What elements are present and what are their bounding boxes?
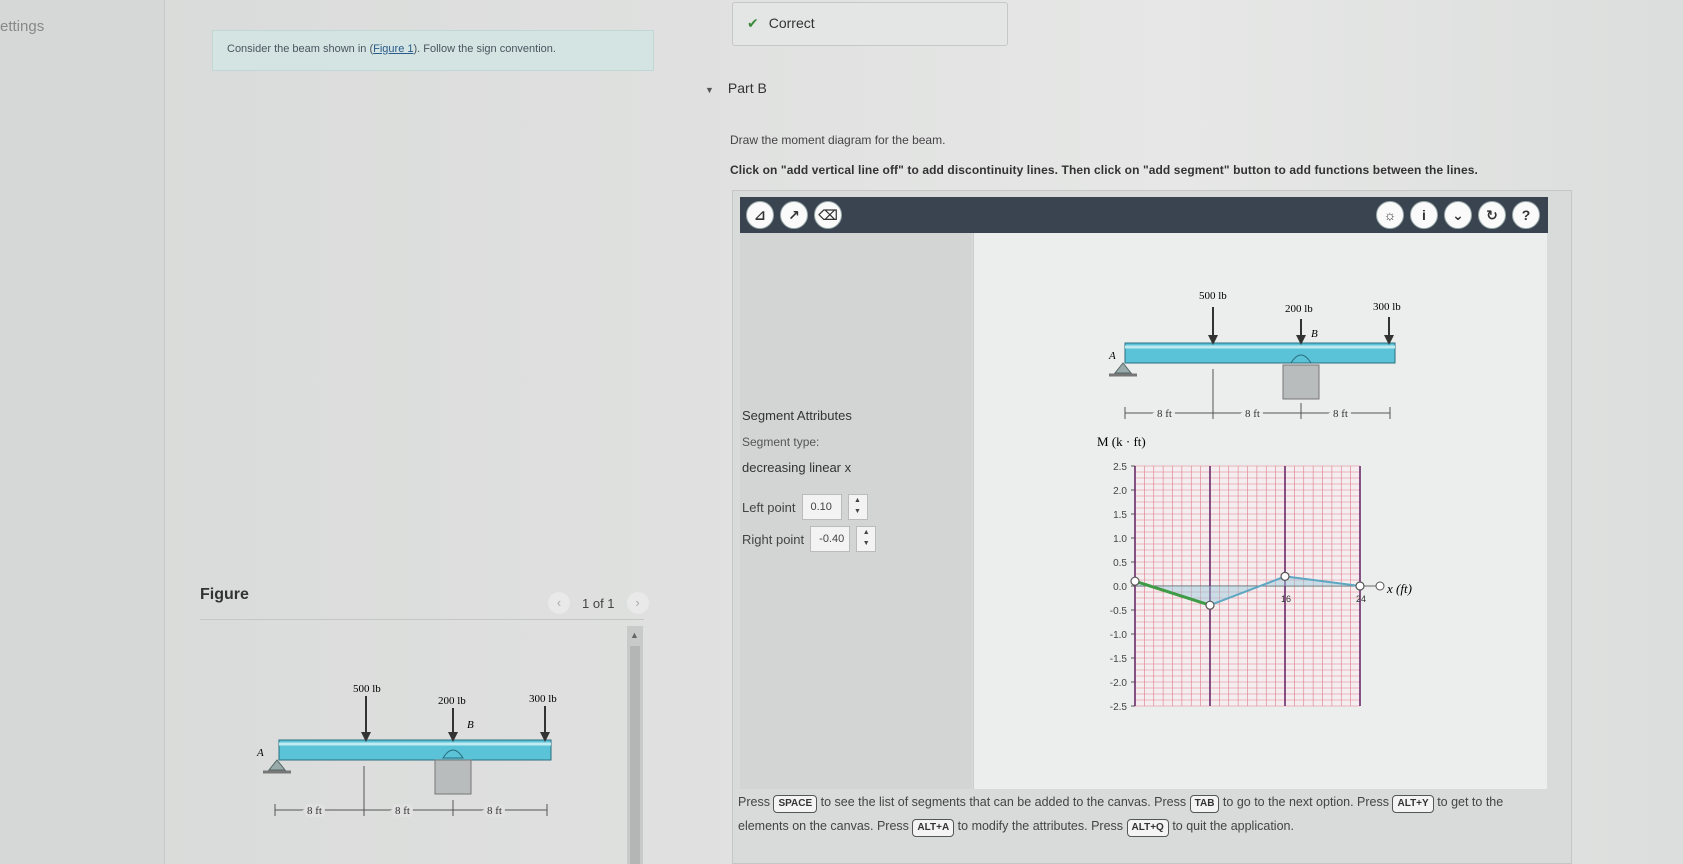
x-axis-end-marker xyxy=(1375,581,1385,591)
figure-title: Figure xyxy=(200,586,249,603)
help-text-6: to quit the application. xyxy=(1172,819,1294,833)
trash-icon[interactable]: ⌫ xyxy=(814,201,842,229)
problem-statement: Consider the beam shown in (Figure 1). F… xyxy=(212,30,654,71)
x-tick-label: 24 xyxy=(1356,594,1366,604)
span-label-1: 8 ft xyxy=(1157,408,1172,420)
scroll-up-icon[interactable]: ▲ xyxy=(630,630,639,640)
reset-icon[interactable]: ↻ xyxy=(1478,201,1506,229)
y-tick-label: -2.5 xyxy=(1110,702,1128,713)
right-point-stepper[interactable]: ▲ ▼ xyxy=(856,526,877,552)
kbd-alt-q: ALT+Q xyxy=(1126,819,1169,837)
y-tick-label: 1.0 xyxy=(1113,534,1127,545)
part-b-label: Part B xyxy=(727,80,767,96)
kbd-alt-a: ALT+A xyxy=(912,819,955,837)
segment-endpoint xyxy=(1205,600,1215,610)
y-tick-label: 2.5 xyxy=(1113,462,1127,473)
left-point-label: Left point xyxy=(742,499,796,515)
load-label-2: 200 lb xyxy=(1285,303,1313,315)
help-text-5: to modify the attributes. Press xyxy=(957,819,1124,833)
pin-support-a xyxy=(267,759,287,771)
info-icon[interactable]: i xyxy=(1410,201,1438,229)
pager-text: 1 of 1 xyxy=(582,595,615,611)
y-tick-label: -1.5 xyxy=(1110,654,1128,665)
segment-type-label: Segment type: xyxy=(742,435,820,449)
problem-text-after: ). Follow the sign convention. xyxy=(413,43,556,55)
span-label-2: 8 ft xyxy=(1245,408,1260,420)
correct-label: Correct xyxy=(768,15,815,31)
help-text-2: to see the list of segments that can be … xyxy=(820,795,1187,809)
checkmark-icon: ✔ xyxy=(747,15,759,31)
y-axis-label: M (k · ft) xyxy=(1097,434,1146,449)
span-label-1: 8 ft xyxy=(307,805,322,817)
help-text-3: to go to the next option. Press xyxy=(1222,795,1389,809)
settings-link[interactable]: ettings xyxy=(0,18,44,35)
y-tick-label: 0.0 xyxy=(1113,582,1127,593)
right-point-label: Right point xyxy=(742,531,805,547)
figure-divider xyxy=(200,619,644,620)
segment-endpoint xyxy=(1280,571,1290,581)
x-tick-label: 16 xyxy=(1281,594,1291,604)
kbd-alt-y: ALT+Y xyxy=(1392,795,1434,813)
segment-attributes-title: Segment Attributes xyxy=(742,408,852,423)
support-label-a: A xyxy=(256,747,264,759)
problem-text-before: Consider the beam shown in ( xyxy=(227,43,374,55)
support-label-b: B xyxy=(467,719,474,731)
pin-support-a xyxy=(1113,362,1133,374)
right-point-row: Right point -0.40 ▲ ▼ xyxy=(742,526,877,552)
span-label-3: 8 ft xyxy=(487,805,502,817)
y-tick-label: -1.0 xyxy=(1110,630,1128,641)
chevron-left-icon[interactable]: ‹ xyxy=(548,592,570,614)
left-point-stepper[interactable]: ▲ ▼ xyxy=(847,494,868,520)
span-label-2: 8 ft xyxy=(395,805,410,817)
moment-chart[interactable]: M (k · ft) x (ft) 2.5 2.0 1.5 1.0 0.5 0.0 -0.5… xyxy=(1085,428,1445,718)
load-label-3: 300 lb xyxy=(529,693,557,705)
hint-icon[interactable]: ☼ xyxy=(1376,201,1404,229)
figure-beam-diagram: 500 lb 200 lb 300 lb A B 8 ft 8 ft 8 ft xyxy=(256,683,557,820)
segment-endpoint xyxy=(1355,581,1365,591)
scrollbar-thumb[interactable] xyxy=(630,646,640,864)
x-axis-label: x (ft) xyxy=(1386,581,1412,596)
load-label-2: 200 lb xyxy=(438,695,466,707)
span-label-3: 8 ft xyxy=(1333,408,1348,420)
y-tick-label: 0.5 xyxy=(1113,558,1127,569)
canvas-beam-diagram: 500 lb 200 lb 300 lb A B 8 ft 8 ft 8 ft xyxy=(1108,290,1401,423)
instruction-text: Draw the moment diagram for the beam. xyxy=(730,133,946,147)
y-tick-label: 2.0 xyxy=(1113,486,1127,497)
roller-support-b xyxy=(1282,364,1320,400)
chevron-right-icon[interactable]: › xyxy=(626,592,649,614)
left-sidebar xyxy=(0,0,165,864)
drawing-toolbar: ⊿ ↗ ⌫ ☼ i ⌄ ↻ ? xyxy=(740,197,1548,233)
kbd-space: SPACE xyxy=(773,795,818,813)
kbd-tab: TAB xyxy=(1189,795,1220,813)
instruction-text-2: Click on "add vertical line off" to add … xyxy=(730,163,1478,177)
load-label-1: 500 lb xyxy=(1199,290,1227,302)
help-text-1: Press xyxy=(738,795,770,809)
load-label-1: 500 lb xyxy=(353,683,381,695)
y-tick-label: -2.0 xyxy=(1110,678,1128,689)
support-label-b: B xyxy=(1311,328,1318,340)
figure-link[interactable]: Figure 1 xyxy=(373,43,413,55)
segment-type-value: decreasing linear x xyxy=(742,460,852,475)
collapse-triangle-icon[interactable]: ▼ xyxy=(705,85,714,95)
keyboard-help: Press SPACE to see the list of segments … xyxy=(738,790,1528,838)
chevron-down-icon[interactable]: ⌄ xyxy=(1444,201,1472,229)
segment-endpoint xyxy=(1130,576,1140,586)
figure-scrollbar[interactable]: ▲ xyxy=(627,626,643,864)
y-tick-label: 1.5 xyxy=(1113,510,1127,521)
left-point-input[interactable]: 0.10 xyxy=(801,494,842,520)
left-point-row: Left point 0.10 ▲ ▼ xyxy=(742,494,868,520)
correct-status: ✔ Correct xyxy=(732,2,1008,46)
right-point-input[interactable]: -0.40 xyxy=(810,526,851,552)
add-vertical-line-icon[interactable]: ⊿ xyxy=(746,201,774,229)
figure-pager: ‹ 1 of 1 › xyxy=(548,592,649,614)
add-segment-icon[interactable]: ↗ xyxy=(780,201,808,229)
support-label-a: A xyxy=(1108,350,1116,362)
load-label-3: 300 lb xyxy=(1373,301,1401,313)
part-b-header[interactable]: ▼ Part B xyxy=(705,80,767,96)
help-icon[interactable]: ? xyxy=(1512,201,1540,229)
roller-support-b xyxy=(434,759,472,795)
beam-figure: 500 lb 200 lb 300 lb A B 8 ft 8 ft 8 ft xyxy=(256,683,557,820)
y-tick-label: -0.5 xyxy=(1110,606,1128,617)
